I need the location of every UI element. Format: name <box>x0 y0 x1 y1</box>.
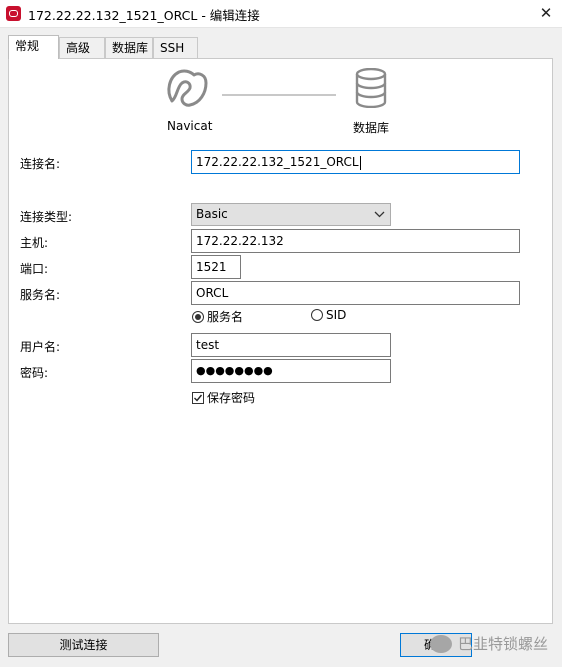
text-caret <box>359 155 361 170</box>
connection-name-label: 连接名: <box>20 157 61 171</box>
window-title: 172.22.22.132_1521_ORCL - 编辑连接 <box>28 8 260 23</box>
database-icon <box>355 68 387 108</box>
username-label: 用户名: <box>20 340 61 354</box>
navicat-label: Navicat <box>167 119 213 133</box>
port-label: 端口: <box>20 262 49 276</box>
tab-database[interactable]: 数据库 <box>105 37 153 58</box>
wechat-icon <box>430 634 452 653</box>
close-button[interactable]: ✕ <box>534 3 558 23</box>
watermark: 巴韭特锁螺丝 <box>430 633 548 654</box>
tab-ssh[interactable]: SSH <box>153 37 198 58</box>
title-bar[interactable]: 172.22.22.132_1521_ORCL - 编辑连接 ✕ <box>0 0 562 28</box>
radio-sid[interactable]: SID <box>311 308 346 322</box>
general-panel: Navicat 数据库 连接名: 172.22.22.132_1521_ORCL… <box>8 58 553 624</box>
password-label: 密码: <box>20 366 49 380</box>
app-icon <box>6 6 21 21</box>
host-label: 主机: <box>20 236 49 250</box>
diagram-connector-line <box>222 94 336 96</box>
close-icon: ✕ <box>539 4 553 22</box>
port-input[interactable]: 1521 <box>191 255 241 279</box>
tab-advanced[interactable]: 高级 <box>59 37 105 58</box>
database-label: 数据库 <box>353 121 390 135</box>
test-connection-button[interactable]: 测试连接 <box>8 633 159 657</box>
username-input[interactable]: test <box>191 333 391 357</box>
connection-name-input[interactable]: 172.22.22.132_1521_ORCL <box>191 150 520 174</box>
host-input[interactable]: 172.22.22.132 <box>191 229 520 253</box>
navicat-logo-icon <box>167 69 208 107</box>
save-password-checkbox[interactable]: 保存密码 <box>192 389 255 406</box>
radio-unselected-icon <box>311 309 323 321</box>
connection-type-select[interactable]: Basic <box>191 203 391 226</box>
connection-type-label: 连接类型: <box>20 210 73 224</box>
tab-general[interactable]: 常规 <box>8 35 59 59</box>
radio-service-name[interactable]: 服务名 <box>192 308 243 325</box>
service-name-input[interactable]: ORCL <box>191 281 520 305</box>
checkmark-icon <box>192 391 204 404</box>
password-input[interactable]: ●●●●●●●● <box>191 359 391 383</box>
service-name-label: 服务名: <box>20 288 61 302</box>
radio-selected-icon <box>192 310 204 323</box>
